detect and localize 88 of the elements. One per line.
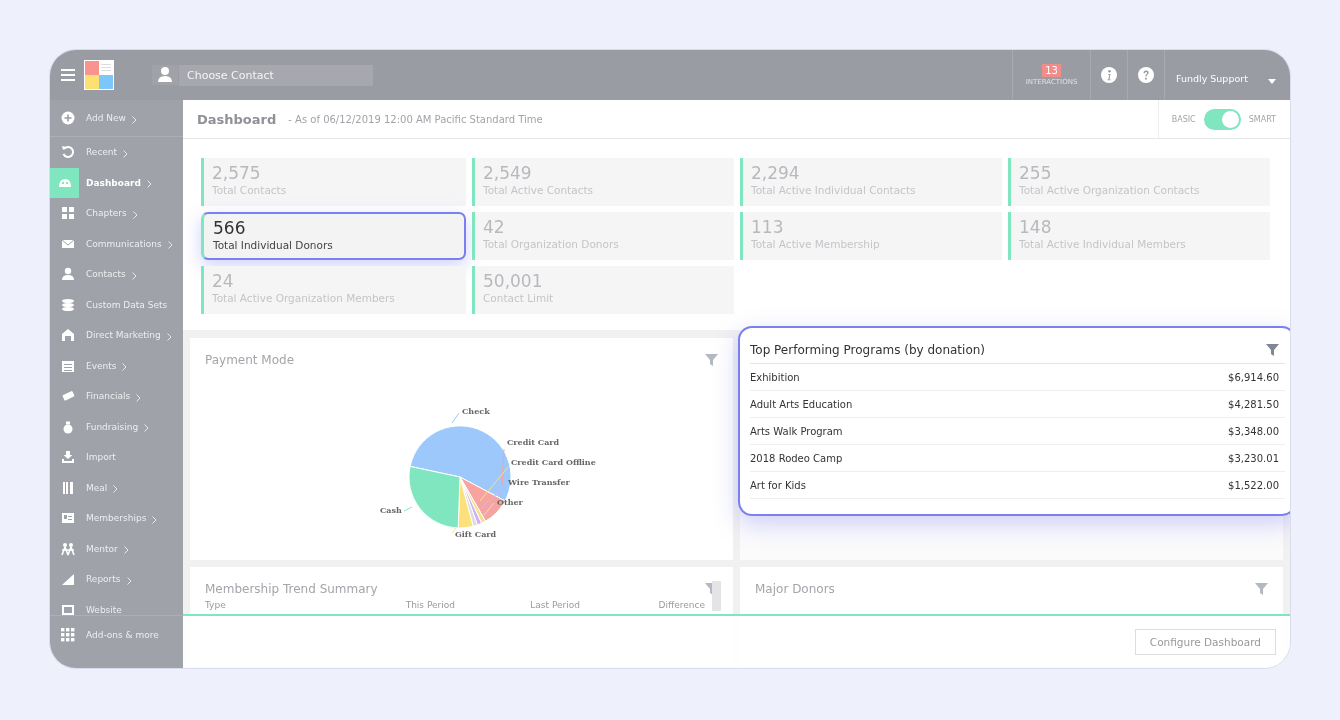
sidebar-item[interactable]: Direct Marketing (50, 320, 183, 351)
sidebar-item[interactable]: Contacts (50, 259, 183, 290)
sidebar-item[interactable]: Fundraising (50, 411, 183, 442)
column-header: Type (205, 600, 227, 610)
page-title: Dashboard (197, 111, 277, 127)
history-icon (61, 145, 75, 160)
program-amount: $1,522.00 (1228, 479, 1279, 491)
slice-label: Credit Card (507, 437, 560, 447)
mode-toggle[interactable] (1203, 108, 1241, 130)
cutlery-icon (61, 480, 75, 495)
caret-icon (1268, 79, 1276, 84)
database-icon (61, 297, 75, 312)
column-header: Difference (657, 600, 705, 610)
program-amount: $4,281.50 (1228, 398, 1279, 410)
house-icon (61, 328, 75, 343)
stat-value: 2,575 (212, 163, 262, 184)
money-bag-icon (61, 419, 75, 434)
sidebar-item[interactable]: Recent (50, 137, 183, 168)
stat-value: 24 (212, 271, 235, 292)
monitor-icon (61, 602, 75, 615)
stat-value: 2,294 (751, 163, 801, 184)
help-icon (1138, 67, 1154, 83)
slice-label: Gift Card (455, 529, 497, 539)
apps-icon (61, 628, 75, 642)
plus-icon (61, 111, 75, 125)
count-badge: 13 (1042, 64, 1061, 77)
leader-line (451, 412, 460, 424)
chart-icon (61, 572, 75, 587)
program-amount: $6,914.60 (1228, 371, 1279, 383)
stat-value: 2,549 (483, 163, 533, 184)
mode-label: SMART (1248, 114, 1276, 124)
sidebar-item[interactable]: Financials (50, 381, 183, 412)
filter-icon (1266, 344, 1279, 356)
stat-value: 113 (751, 217, 785, 238)
stat-value: 42 (483, 217, 506, 238)
program-name: Arts Walk Program (750, 425, 843, 437)
slice-label: Check (462, 406, 490, 416)
menu-button[interactable] (61, 69, 75, 81)
download-icon (61, 450, 75, 465)
stat-value: 255 (1019, 163, 1053, 184)
leader-line (403, 506, 413, 512)
grid-icon (61, 206, 75, 221)
sidebar-item[interactable]: Custom Data Sets (50, 289, 183, 320)
program-name: 2018 Rodeo Camp (750, 452, 843, 464)
sidebar-item[interactable]: Memberships (50, 503, 183, 534)
scrollbar[interactable] (712, 581, 721, 611)
stat-label: Total Individual Donors (213, 239, 334, 251)
program-name: Art for Kids (750, 479, 806, 491)
panel-title: Payment Mode (205, 353, 295, 367)
id-card-icon (61, 511, 75, 526)
sidebar-item[interactable]: Communications (50, 228, 183, 259)
search-field[interactable]: Choose Contact (179, 64, 373, 86)
sidebar-item[interactable]: Import (50, 442, 183, 473)
panel-title: Major Donors (755, 582, 835, 596)
slice-label: Credit Card Offline (511, 457, 596, 467)
person-icon (61, 267, 75, 282)
panel-title: Membership Trend Summary (205, 582, 378, 596)
mode-label: BASIC (1171, 114, 1196, 124)
logo-icon (84, 60, 114, 90)
person-icon (152, 64, 179, 85)
sidebar-item[interactable]: Meal (50, 472, 183, 503)
program-amount: $3,230.01 (1228, 452, 1279, 464)
page-subtitle: - As of 06/12/2019 12:00 AM Pacific Standard Time (288, 113, 543, 125)
calendar-icon (61, 358, 75, 373)
user-menu[interactable]: Fundly Support (1165, 50, 1290, 100)
stat-value: 148 (1019, 217, 1053, 238)
sidebar-item[interactable]: Dashboard (50, 167, 183, 198)
stat-value: 50,001 (483, 271, 544, 292)
program-name: Adult Arts Education (750, 398, 853, 410)
sidebar-item[interactable]: Reports (50, 564, 183, 595)
program-amount: $3,348.00 (1228, 425, 1279, 437)
configure-dashboard-button[interactable]: Configure Dashboard (1134, 629, 1276, 655)
stat-value: 566 (213, 218, 247, 239)
sidebar-item[interactable]: Events (50, 350, 183, 381)
panel-title: Top Performing Programs (by donation) (750, 343, 986, 357)
info-icon (1101, 67, 1117, 83)
sidebar-item[interactable]: Website (50, 594, 183, 615)
leader-line (451, 527, 457, 534)
column-header: Last Period (529, 600, 580, 610)
user-name: Fundly Support (1176, 73, 1248, 84)
people-icon (61, 541, 75, 556)
program-name: Exhibition (750, 371, 800, 383)
sidebar-item[interactable]: Chapters (50, 198, 183, 229)
filter-icon (1255, 583, 1268, 595)
slice-label: Cash (380, 505, 402, 515)
sidebar-item[interactable]: Mentor (50, 533, 183, 564)
filter-icon (705, 354, 718, 366)
column-header: This Period (404, 600, 455, 610)
